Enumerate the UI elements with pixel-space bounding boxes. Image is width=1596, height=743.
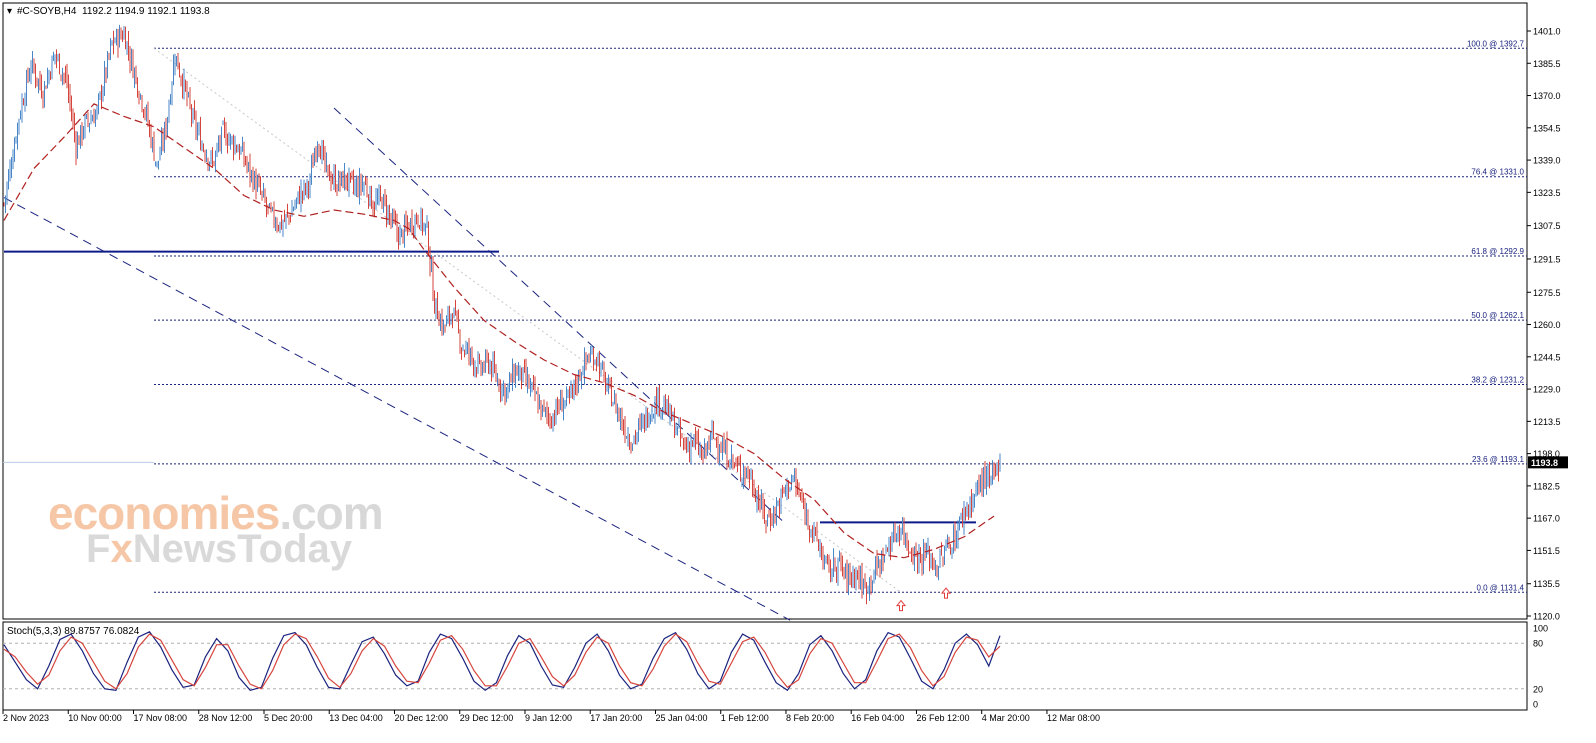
chart-symbol: #C-SOYB,H4 (17, 6, 77, 17)
time-tick-label: 28 Nov 12:00 (199, 713, 253, 723)
price-tick-label: 1167.0 (1533, 514, 1560, 524)
time-tick-label: 26 Feb 12:00 (916, 713, 969, 723)
stoch-plot-frame (2, 621, 1528, 711)
price-tick-label: 1260.0 (1533, 320, 1561, 330)
current-price-label: 1193.8 (1531, 458, 1558, 468)
stoch-tick-label: 80 (1533, 639, 1543, 649)
watermark-newstoday: NewsToday (132, 527, 353, 571)
time-tick-label: 13 Dec 04:00 (329, 713, 383, 723)
fib-label: 100.0 @ 1392.7 (1467, 39, 1525, 48)
time-tick-label: 4 Mar 20:00 (982, 713, 1030, 723)
stoch-tick-label: 100 (1533, 624, 1548, 634)
watermark-fxnewstoday: FxNewsToday (86, 527, 352, 572)
channel-upper-line (333, 107, 785, 523)
time-tick-label: 10 Nov 00:00 (68, 713, 122, 723)
symbol-icon: ▾ (7, 6, 12, 17)
fib-label: 50.0 @ 1262.1 (1471, 311, 1524, 320)
time-tick-label: 9 Jan 12:00 (525, 713, 572, 723)
price-tick-label: 1385.5 (1533, 59, 1561, 69)
chart-canvas: 100.0 @ 1392.7 76.4 @ 1331.0 61.8 @ 1292.9… (2, 2, 1568, 723)
time-tick-label: 12 Mar 08:00 (1047, 713, 1100, 723)
time-tick-label: 17 Jan 20:00 (590, 713, 642, 723)
price-tick-label: 1213.5 (1533, 417, 1561, 427)
price-tick-label: 1135.5 (1533, 579, 1560, 589)
time-tick-label: 20 Dec 12:00 (394, 713, 448, 723)
price-tick-label: 1401.0 (1533, 27, 1561, 37)
watermark-x: x (110, 527, 133, 571)
fib-label: 23.6 @ 1193.1 (1472, 455, 1525, 464)
time-tick-label: 16 Feb 04:00 (851, 713, 904, 723)
time-tick-label: 5 Dec 20:00 (264, 713, 313, 723)
time-tick-label: 25 Jan 04:00 (655, 713, 707, 723)
current-price-marker: 1193.8 (3, 456, 1568, 469)
time-tick-label: 1 Feb 12:00 (721, 713, 769, 723)
time-tick-label: 2 Nov 2023 (3, 713, 49, 723)
fib-label: 0.0 @ 1131.4 (1476, 583, 1524, 592)
time-axis: 2 Nov 2023 10 Nov 00:00 17 Nov 08:00 28 Nov… (2, 710, 1100, 723)
price-tick-label: 1151.5 (1533, 546, 1560, 556)
price-tick-label: 1323.5 (1533, 188, 1561, 198)
stoch-main-line (3, 631, 1001, 692)
price-tick-label: 1370.0 (1533, 91, 1561, 101)
time-tick-label: 17 Nov 08:00 (133, 713, 187, 723)
price-tick-label: 1244.5 (1533, 352, 1561, 362)
fib-label: 76.4 @ 1331.0 (1471, 168, 1524, 177)
stochastic-oscillator: 100 80 20 0 (3, 624, 1548, 710)
stoch-tick-label: 20 (1533, 684, 1543, 694)
fib-label: 38.2 @ 1231.2 (1471, 375, 1524, 384)
stoch-signal-line (3, 633, 1001, 690)
stoch-header: Stoch(5,3,3) 89.8757 76.0824 (7, 626, 140, 637)
stoch-tick-label: 0 (1533, 700, 1538, 710)
time-tick-label: 29 Dec 12:00 (460, 713, 514, 723)
price-tick-label: 1339.0 (1533, 156, 1561, 166)
up-arrow-icon (895, 599, 907, 612)
time-tick-label: 8 Feb 20:00 (786, 713, 834, 723)
watermark-f: F (86, 527, 111, 571)
price-tick-label: 1354.5 (1533, 123, 1561, 133)
up-arrow-icon (940, 587, 952, 599)
price-tick-label: 1307.5 (1533, 221, 1561, 231)
price-tick-label: 1182.5 (1533, 481, 1560, 491)
support-resistance-lines (4, 250, 976, 524)
fib-label: 61.8 @ 1292.9 (1471, 247, 1524, 256)
signal-arrows (895, 587, 952, 612)
price-axis: 1401.0 1385.5 1370.0 1354.5 1339.0 1323.5 1307… (1527, 27, 1561, 622)
price-tick-label: 1229.0 (1533, 385, 1561, 395)
price-tick-label: 1275.5 (1533, 288, 1561, 298)
chart-ohlc: 1192.2 1194.9 1192.1 1193.8 (82, 6, 210, 17)
price-tick-label: 1120.0 (1533, 612, 1560, 622)
price-tick-label: 1291.5 (1533, 254, 1561, 264)
